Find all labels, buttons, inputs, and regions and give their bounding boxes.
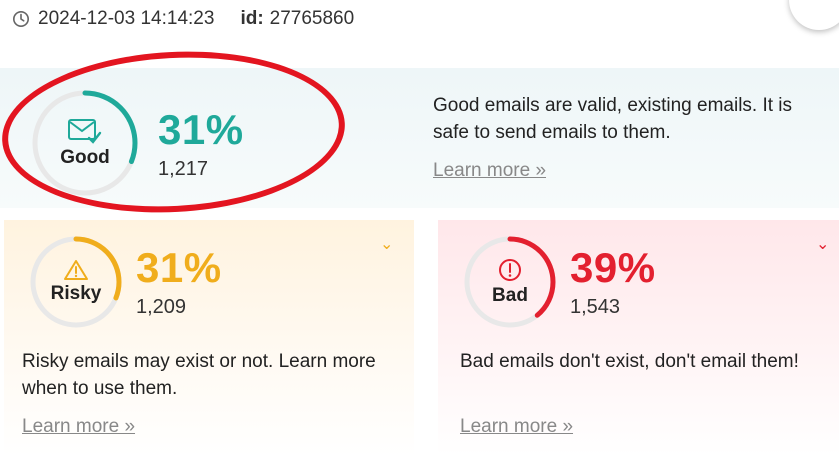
timestamp: 2024-12-03 14:14:23: [38, 8, 215, 29]
error-circle-icon: [499, 259, 521, 281]
risky-ring: Risky: [28, 234, 124, 330]
risky-percent: 31%: [136, 244, 222, 291]
id-value: 27765860: [269, 8, 355, 29]
good-description: Good emails are valid, existing emails. …: [433, 95, 793, 143]
result-meta: 2024-12-03 14:14:23 id: 27765860: [12, 8, 354, 30]
bad-learn-more-link[interactable]: Learn more »: [460, 416, 573, 438]
risky-label: Risky: [50, 283, 102, 304]
bad-ring: Bad: [462, 234, 558, 330]
warning-icon: [64, 260, 88, 280]
id-label: id:: [240, 8, 264, 29]
risky-description: Risky emails may exist or not. Learn mor…: [22, 351, 376, 399]
clock-icon: [12, 10, 30, 28]
bad-count: 1,543: [570, 296, 621, 318]
risky-chevron-down-icon[interactable]: ⌄: [380, 234, 393, 254]
good-learn-more-link[interactable]: Learn more »: [433, 160, 546, 182]
good-ring: Good: [30, 88, 140, 198]
risky-card: Risky ⌄ 31% 1,209 Risky emails may exist…: [4, 220, 414, 456]
good-card: Good 31% 1,217 Good emails are valid, ex…: [0, 68, 839, 208]
bad-card: Bad ⌄ 39% 1,543 Bad emails don't exist, …: [438, 220, 839, 456]
good-count: 1,217: [158, 158, 209, 180]
corner-button[interactable]: [789, 0, 839, 30]
risky-count: 1,209: [136, 296, 187, 318]
bad-chevron-down-icon[interactable]: ⌄: [816, 234, 829, 254]
risky-learn-more-link[interactable]: Learn more »: [22, 416, 135, 438]
bad-percent: 39%: [570, 244, 656, 291]
good-percent: 31%: [158, 106, 244, 153]
bad-description: Bad emails don't exist, don't email them…: [460, 351, 799, 372]
envelope-check-icon: [68, 119, 102, 144]
bad-label: Bad: [492, 285, 528, 306]
good-label: Good: [60, 147, 110, 168]
